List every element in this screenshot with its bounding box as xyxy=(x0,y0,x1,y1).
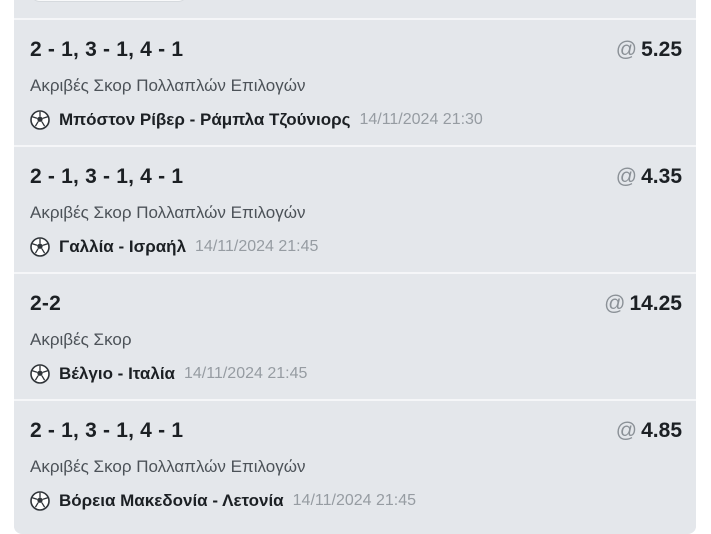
odds-prefix: @ xyxy=(615,165,638,188)
selection-label: 2 - 1, 3 - 1, 4 - 1 xyxy=(30,419,184,442)
market-label: Ακριβές Σκορ xyxy=(30,330,132,349)
selection-label: 2 - 1, 3 - 1, 4 - 1 xyxy=(30,38,184,61)
odds-prefix: @ xyxy=(604,292,626,315)
soccer-ball-icon xyxy=(30,491,50,511)
betslip-screen: 2 - 1, 3 - 1, 4 - 1 @5.25 Ακριβές Σκορ Π… xyxy=(0,0,711,534)
top-control[interactable] xyxy=(30,0,188,2)
odds-prefix: @ xyxy=(615,419,638,442)
event-name[interactable]: Βόρεια Μακεδονία - Λετονία xyxy=(59,491,284,511)
event-datetime: 14/11/2024 21:45 xyxy=(184,365,308,382)
bet-item[interactable]: 2 - 1, 3 - 1, 4 - 1 @4.35 Ακριβές Σκορ Π… xyxy=(14,145,696,272)
top-bar xyxy=(14,0,696,16)
event-datetime: 14/11/2024 21:45 xyxy=(292,492,417,509)
odds-display: @5.25 xyxy=(616,38,682,62)
odds-value: 14.25 xyxy=(629,292,682,315)
market-label: Ακριβές Σκορ Πολλαπλών Επιλογών xyxy=(30,76,306,95)
selection-label: 2 - 1, 3 - 1, 4 - 1 xyxy=(30,165,184,188)
market-label: Ακριβές Σκορ Πολλαπλών Επιλογών xyxy=(30,203,306,222)
event-name[interactable]: Γαλλία - Ισραήλ xyxy=(59,237,186,257)
event-datetime: 14/11/2024 21:45 xyxy=(195,238,319,255)
soccer-ball-icon xyxy=(30,110,50,130)
bet-item[interactable]: 2 - 1, 3 - 1, 4 - 1 @5.25 Ακριβές Σκορ Π… xyxy=(14,18,696,145)
bet-list: 2 - 1, 3 - 1, 4 - 1 @5.25 Ακριβές Σκορ Π… xyxy=(14,18,696,531)
bet-list-panel: 2 - 1, 3 - 1, 4 - 1 @5.25 Ακριβές Σκορ Π… xyxy=(14,0,696,534)
event-line: Μπόστον Ρίβερ - Ράμπλα Τζούνιορς 14/11/2… xyxy=(30,109,483,131)
event-line: Βόρεια Μακεδονία - Λετονία 14/11/2024 21… xyxy=(30,490,416,512)
odds-value: 5.25 xyxy=(641,38,682,61)
selection-label: 2-2 xyxy=(30,292,61,315)
event-name[interactable]: Μπόστον Ρίβερ - Ράμπλα Τζούνιορς xyxy=(59,110,350,130)
event-line: Βέλγιο - Ιταλία 14/11/2024 21:45 xyxy=(30,363,307,385)
odds-display: @14.25 xyxy=(604,292,682,316)
event-datetime: 14/11/2024 21:30 xyxy=(359,111,483,128)
bet-item[interactable]: 2-2 @14.25 Ακριβές Σκορ Βέλγιο - Ιταλία … xyxy=(14,272,696,399)
event-line: Γαλλία - Ισραήλ 14/11/2024 21:45 xyxy=(30,236,318,258)
event-name[interactable]: Βέλγιο - Ιταλία xyxy=(59,364,175,384)
bet-item[interactable]: 2 - 1, 3 - 1, 4 - 1 @4.85 Ακριβές Σκορ Π… xyxy=(14,399,696,531)
odds-value: 4.35 xyxy=(641,165,682,188)
market-label: Ακριβές Σκορ Πολλαπλών Επιλογών xyxy=(30,457,306,476)
soccer-ball-icon xyxy=(30,237,50,257)
soccer-ball-icon xyxy=(30,364,50,384)
odds-display: @4.85 xyxy=(616,419,682,443)
odds-prefix: @ xyxy=(615,38,638,61)
odds-value: 4.85 xyxy=(641,419,682,442)
odds-display: @4.35 xyxy=(616,165,682,189)
